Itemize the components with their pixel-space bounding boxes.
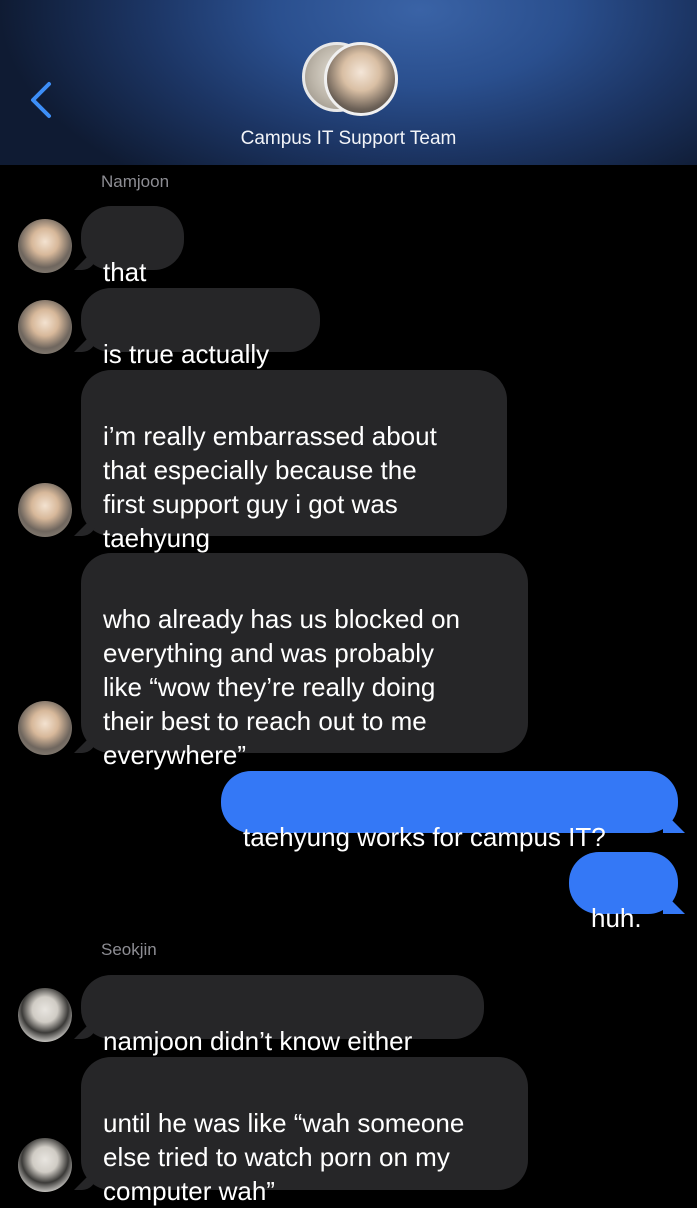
- message-bubble-incoming[interactable]: is true actually: [74, 288, 320, 369]
- sender-name: Namjoon: [101, 172, 170, 191]
- bubble-tail: [74, 514, 96, 536]
- bubble-tail: [74, 1168, 96, 1190]
- message-bubble-incoming[interactable]: who already has us blocked on everything…: [74, 553, 528, 770]
- message-text: namjoon didn’t know either: [103, 1026, 413, 1056]
- message-bubble-incoming[interactable]: namjoon didn’t know either: [74, 975, 484, 1056]
- bubble-tail: [663, 892, 685, 914]
- avatar[interactable]: [18, 1138, 72, 1192]
- message-bubble-incoming[interactable]: i’m really embarrassed about that especi…: [74, 370, 507, 553]
- bubble-tail: [74, 248, 96, 270]
- avatar[interactable]: [18, 300, 72, 354]
- bubble-tail: [663, 811, 685, 833]
- bubble-tail: [74, 1017, 96, 1039]
- message-text: i’m really embarrassed about that especi…: [103, 421, 437, 553]
- bubble-tail: [74, 330, 96, 352]
- chevron-left-icon: [31, 82, 51, 118]
- message-bubble-incoming[interactable]: that: [74, 206, 184, 287]
- avatar[interactable]: [18, 701, 72, 755]
- group-avatar-front: [324, 42, 398, 116]
- message-text: that: [103, 257, 147, 287]
- message-text: huh.: [591, 903, 642, 933]
- sender-name: Seokjin: [101, 940, 157, 959]
- back-button[interactable]: [22, 78, 62, 122]
- conversation-header: Campus IT Support Team: [0, 0, 697, 165]
- avatar[interactable]: [18, 988, 72, 1042]
- message-text: until he was like “wah someone else trie…: [103, 1108, 465, 1206]
- avatar[interactable]: [18, 219, 72, 273]
- message-bubble-outgoing[interactable]: huh.: [569, 852, 685, 933]
- conversation-title[interactable]: Campus IT Support Team: [0, 128, 697, 150]
- message-text: taehyung works for campus IT?: [243, 822, 606, 852]
- message-text: is true actually: [103, 339, 270, 369]
- message-bubble-outgoing[interactable]: taehyung works for campus IT?: [221, 771, 685, 852]
- group-avatar[interactable]: [302, 42, 398, 118]
- bubble-tail: [74, 731, 96, 753]
- avatar[interactable]: [18, 483, 72, 537]
- message-bubble-incoming[interactable]: until he was like “wah someone else trie…: [74, 1057, 528, 1206]
- message-text: who already has us blocked on everything…: [103, 604, 461, 770]
